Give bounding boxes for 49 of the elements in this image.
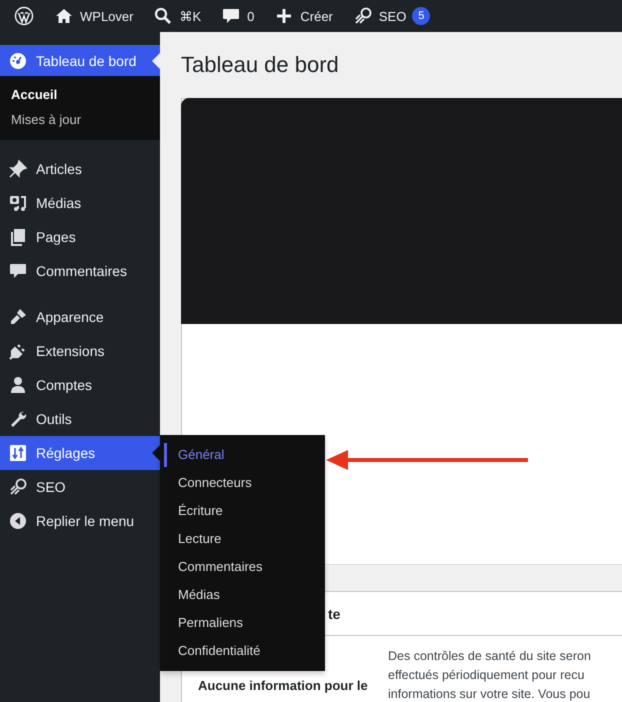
wordpress-logo-icon (14, 6, 34, 26)
submenu-item[interactable]: Permaliens (160, 609, 325, 637)
menu-item[interactable]: Extensions (0, 334, 160, 368)
submenu-item[interactable]: Accueil (0, 82, 160, 107)
submenu-item[interactable]: Confidentialité (160, 637, 325, 665)
collapse-icon (8, 511, 28, 531)
description-text: Des contrôles de santé du site seron (388, 648, 591, 665)
seo-icon (352, 6, 373, 26)
toolbar-item[interactable]: 0 (213, 0, 262, 32)
menu-item[interactable]: Commentaires (0, 254, 160, 288)
submenu-item[interactable]: Commentaires (160, 553, 325, 581)
submenu-item[interactable]: Général (160, 441, 325, 469)
pin-icon (8, 159, 28, 179)
status-label: Aucune information pour le (198, 678, 368, 693)
description-text: informations sur votre site. Vous pou (388, 686, 591, 702)
count-badge: 5 (412, 7, 430, 25)
toolbar-item[interactable]: ⌘K (145, 0, 210, 32)
seo-icon (8, 477, 28, 497)
toolbar-item[interactable]: WPLover (46, 0, 142, 32)
menu-item[interactable]: SEO (0, 470, 160, 504)
description-text: effectués périodiquement pour recu (388, 667, 586, 684)
toolbar-item[interactable]: SEO 5 (344, 0, 438, 32)
menu-item[interactable]: Réglages (0, 436, 160, 470)
media-icon (8, 193, 28, 213)
menu-item[interactable]: Outils (0, 402, 160, 436)
page-title: Tableau de bord (181, 52, 340, 78)
submenu-item[interactable]: Médias (160, 581, 325, 609)
submenu-item[interactable]: Connecteurs (160, 469, 325, 497)
submenu-item[interactable]: Lecture (160, 525, 325, 553)
menu-item[interactable]: Replier le menu (0, 504, 160, 538)
toolbar-item[interactable]: Créer (266, 0, 341, 32)
submenu-item[interactable]: Mises à jour (0, 107, 160, 132)
search-icon (153, 6, 174, 26)
home-icon (54, 6, 74, 26)
widget-heading: te (328, 606, 340, 622)
menu-item[interactable]: Apparence (0, 300, 160, 334)
user-icon (8, 375, 28, 395)
sliders-icon (8, 443, 28, 463)
brush-icon (8, 307, 28, 327)
pages-icon (8, 227, 28, 247)
menu-item[interactable]: Comptes (0, 368, 160, 402)
comment-icon (8, 261, 28, 281)
menu-item[interactable]: Articles (0, 152, 160, 186)
menu-item[interactable]: Tableau de bord (0, 45, 160, 76)
menu-item[interactable]: Pages (0, 220, 160, 254)
gauge-icon (8, 50, 28, 70)
comment-icon (221, 6, 242, 26)
submenu-item[interactable]: Écriture (160, 497, 325, 525)
menu-item[interactable]: Médias (0, 186, 160, 220)
